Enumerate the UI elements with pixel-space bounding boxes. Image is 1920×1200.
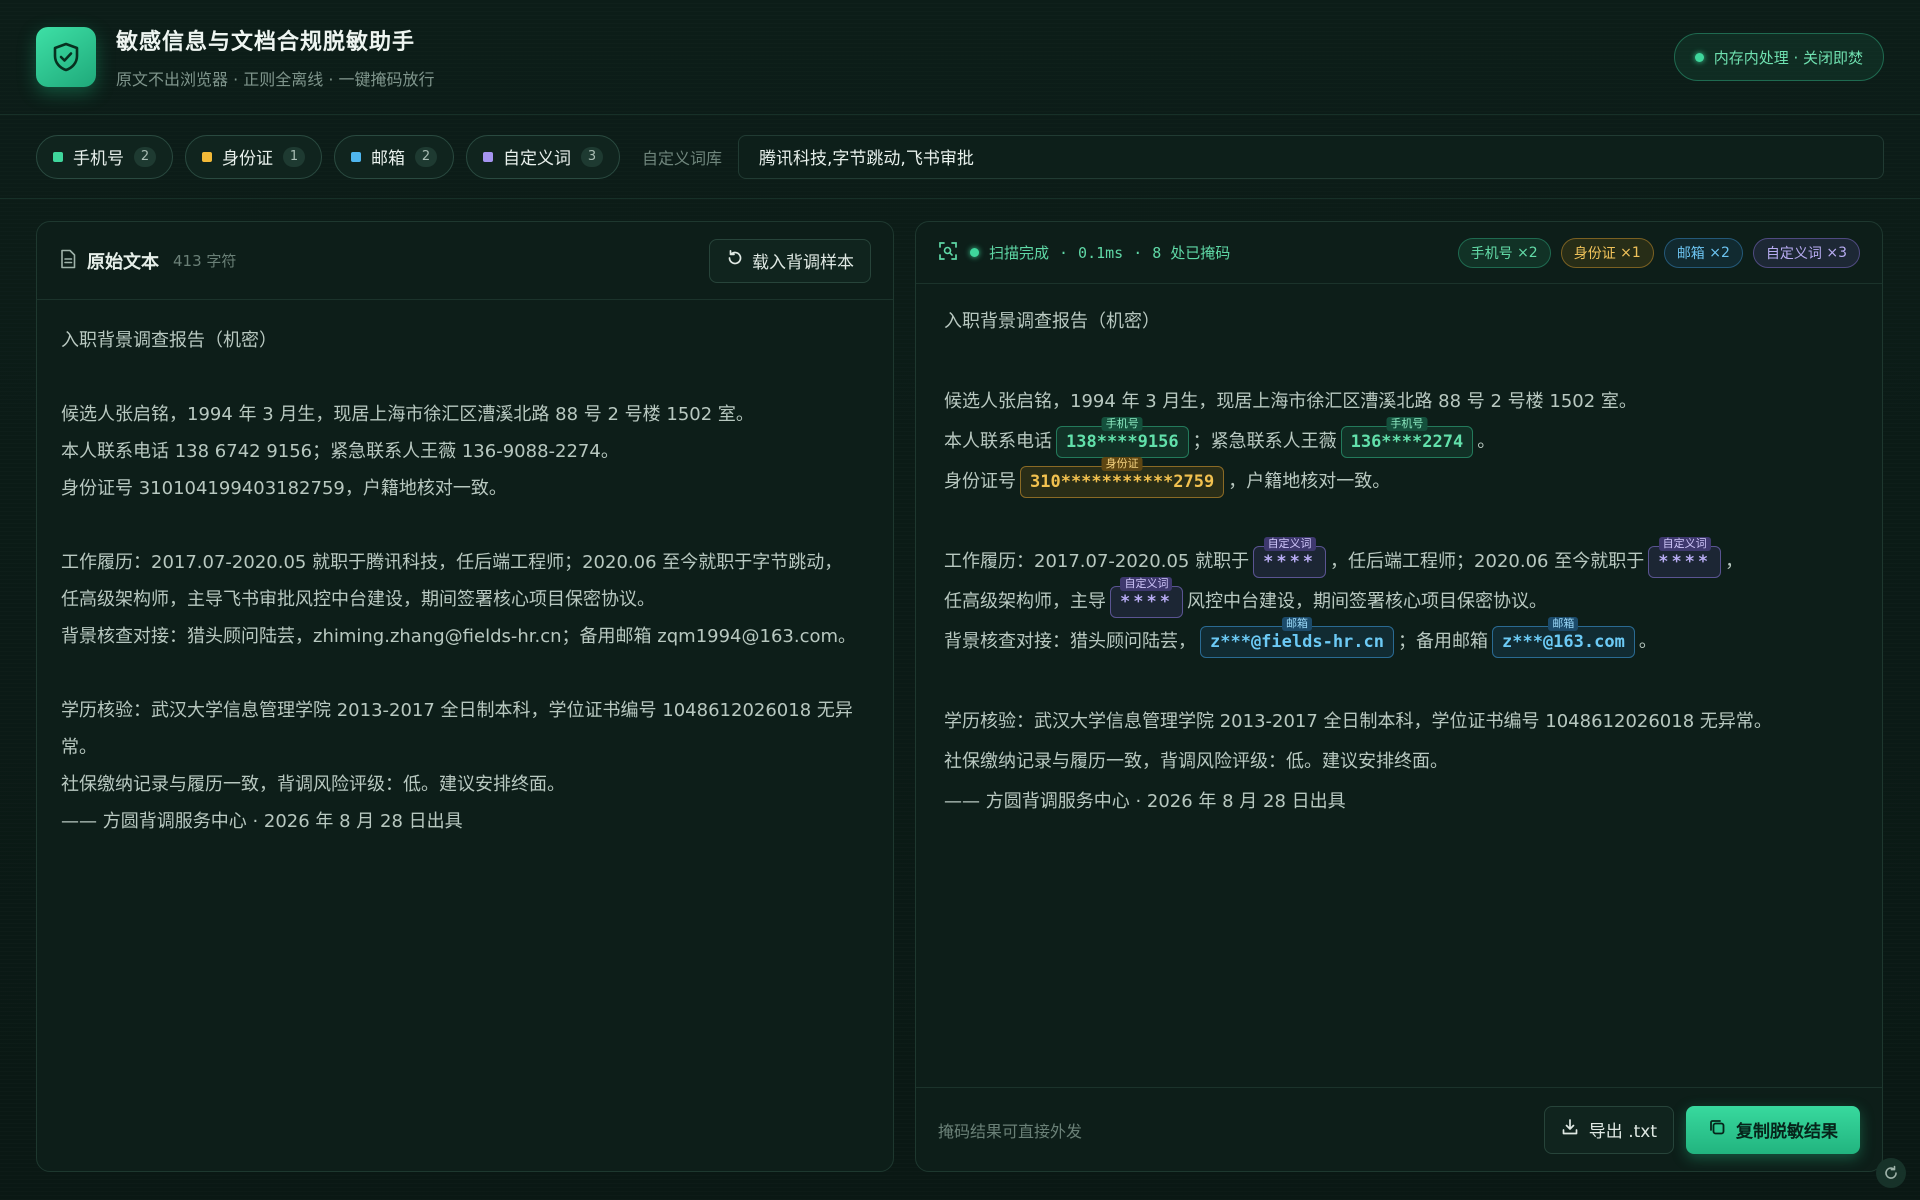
char-count-unit: 字符 — [206, 252, 237, 270]
rule-chip-label: 邮箱 — [371, 149, 405, 169]
source-line: —— 方圆背调服务中心 · 2026 年 8 月 28 日出具 — [61, 811, 463, 832]
rule-chip-phone[interactable]: 手机号 2 — [36, 134, 173, 179]
custom-dict-label: 自定义词库 — [642, 148, 723, 168]
app-subtitle: 原文不出浏览器 · 正则全离线 · 一键掩码放行 — [116, 70, 435, 89]
source-line: 候选人张启铭，1994 年 3 月生，现居上海市徐汇区漕溪北路 88 号 2 号… — [61, 404, 754, 425]
masked-custom: 自定义词 **** — [1110, 577, 1183, 618]
tag-phone: 手机号 ×2 — [1457, 237, 1551, 268]
rule-chip-id[interactable]: 身份证 1 — [185, 134, 322, 179]
export-txt-button[interactable]: 导出 .txt — [1543, 1105, 1674, 1154]
masked-custom: 自定义词 **** — [1253, 537, 1327, 578]
source-line — [61, 655, 869, 692]
result-line: 工作履历：2017.07-2020.05 就职于 自定义词 **** ，任后端工程师；… — [944, 537, 1854, 582]
result-line: 社保缴纳记录与履历一致，背调风险评级：低。建议安排终面。 — [944, 751, 1448, 772]
tag-custom: 自定义词 ×3 — [1752, 237, 1860, 268]
source-line: 学历核验：武汉大学信息管理学院 2013-2017 全日制本科，学位证书编号 1… — [61, 700, 853, 758]
masked-phone: 手机号 138****9156 — [1056, 417, 1189, 458]
privacy-text: 内存内处理 · 关闭即焚 — [1713, 48, 1863, 67]
source-title: 原始文本 — [87, 251, 159, 273]
status-dot-icon — [1694, 52, 1704, 62]
result-panel-header: 扫描完成 · 0.1ms · 8 处已掩码 手机号 ×2 身份证 ×1 邮箱 ×… — [916, 222, 1882, 284]
masked-phone: 手机号 136****2274 — [1340, 417, 1474, 458]
source-line: 入职背景调查报告（机密） — [61, 330, 277, 351]
source-panel: 原始文本 413 字符 载入背调样本 入职背景调查报告（机密） 候选人张启铭，1… — [36, 221, 894, 1172]
char-count-value: 413 — [173, 252, 202, 270]
custom-dict-input[interactable] — [738, 134, 1884, 179]
copy-result-button[interactable]: 复制脱敏结果 — [1686, 1105, 1860, 1154]
source-line: 任高级架构师，主导飞书审批风控中台建设，期间签署核心项目保密协议。 — [61, 589, 655, 610]
rule-chip-custom[interactable]: 自定义词 3 — [466, 134, 620, 179]
app-title: 敏感信息与文档合规脱敏助手 — [116, 30, 416, 55]
source-line: 社保缴纳记录与履历一致，背调风险评级：低。建议安排终面。 — [61, 774, 565, 795]
source-line: 背景核查对接：猎头顾问陆芸，zhiming.zhang@fields-hr.cn… — [61, 626, 857, 647]
scan-status: 扫描完成 · 0.1ms · 8 处已掩码 — [970, 242, 1230, 263]
separator: · — [1059, 243, 1069, 262]
result-line: 背景核查对接：猎头顾问陆芸， 邮箱 z***@fields-hr.cn ；备用邮箱 邮箱… — [944, 617, 1854, 662]
copy-label: 复制脱敏结果 — [1736, 1122, 1838, 1142]
masked-id: 身份证 310***********2759 — [1020, 457, 1225, 498]
rule-chip-count: 1 — [283, 146, 305, 167]
rule-chip-count: 2 — [415, 146, 437, 167]
refresh-icon[interactable] — [1876, 1158, 1906, 1188]
source-line — [61, 359, 869, 396]
result-tags: 手机号 ×2 身份证 ×1 邮箱 ×2 自定义词 ×3 — [1457, 237, 1860, 268]
rule-chip-label: 手机号 — [73, 149, 124, 169]
masked-email: 邮箱 z***@fields-hr.cn — [1200, 617, 1394, 658]
source-line — [61, 507, 869, 544]
tag-email: 邮箱 ×2 — [1663, 237, 1743, 268]
rule-chip-email[interactable]: 邮箱 2 — [334, 134, 454, 179]
result-line — [944, 342, 1854, 382]
result-text-area[interactable]: 入职背景调查报告（机密） 候选人张启铭，1994 年 3 月生，现居上海市徐汇区… — [916, 284, 1882, 822]
rule-chip-count: 2 — [134, 146, 156, 167]
status-dot-icon — [970, 248, 979, 257]
source-line: 身份证号 310104199403182759，户籍地核对一致。 — [61, 478, 507, 499]
masked-count: 8 处已掩码 — [1152, 244, 1231, 262]
rule-toolbar: 手机号 2 身份证 1 邮箱 2 自定义词 3 自定义词库 — [0, 115, 1920, 199]
tag-id: 身份证 ×1 — [1560, 237, 1654, 268]
result-line — [944, 502, 1854, 542]
result-line: 候选人张启铭，1994 年 3 月生，现居上海市徐汇区漕溪北路 88 号 2 号… — [944, 391, 1637, 412]
copy-icon — [1708, 1118, 1726, 1141]
load-sample-label: 载入背调样本 — [752, 253, 854, 273]
masked-custom: 自定义词 **** — [1648, 537, 1722, 578]
phone-color-icon — [53, 151, 63, 162]
scan-time: 0.1ms — [1078, 243, 1124, 262]
shield-check-icon — [36, 27, 96, 87]
load-sample-button[interactable]: 载入背调样本 — [709, 238, 871, 283]
result-line: —— 方圆背调服务中心 · 2026 年 8 月 28 日出具 — [944, 791, 1346, 812]
source-line: 工作履历：2017.07-2020.05 就职于腾讯科技，任后端工程师；2020… — [61, 552, 843, 573]
separator: · — [1133, 243, 1143, 262]
result-footer: 掩码结果可直接外发 导出 .txt 复制脱敏结果 — [916, 1087, 1882, 1171]
id-color-icon — [202, 151, 212, 162]
download-icon — [1561, 1118, 1579, 1141]
rule-chip-label: 自定义词 — [503, 149, 571, 169]
result-hint: 掩码结果可直接外发 — [938, 1121, 1083, 1141]
custom-color-icon — [483, 151, 493, 162]
app-header: 敏感信息与文档合规脱敏助手 原文不出浏览器 · 正则全离线 · 一键掩码放行 内… — [0, 0, 1920, 115]
reload-icon — [726, 249, 744, 272]
source-line: 本人联系电话 138 6742 9156；紧急联系人王薇 136-9088-22… — [61, 441, 619, 462]
result-panel: 扫描完成 · 0.1ms · 8 处已掩码 手机号 ×2 身份证 ×1 邮箱 ×… — [915, 221, 1883, 1172]
document-icon — [59, 249, 77, 273]
result-line — [944, 662, 1854, 702]
rule-chip-label: 身份证 — [222, 149, 273, 169]
scan-status-text: 扫描完成 — [989, 244, 1050, 262]
source-text-area[interactable]: 入职背景调查报告（机密） 候选人张启铭，1994 年 3 月生，现居上海市徐汇区… — [37, 300, 893, 840]
privacy-badge: 内存内处理 · 关闭即焚 — [1673, 33, 1884, 81]
source-panel-header: 原始文本 413 字符 载入背调样本 — [37, 222, 893, 300]
scan-icon — [938, 241, 958, 265]
result-line: 本人联系电话 手机号 138****9156 ；紧急联系人王薇 手机号 136****22… — [944, 417, 1854, 462]
result-line: 身份证号 身份证 310***********2759 ，户籍地核对一致。 — [944, 457, 1854, 502]
result-line: 任高级架构师，主导 自定义词 **** 风控中台建设，期间签署核心项目保密协议。 — [944, 577, 1854, 622]
email-color-icon — [351, 151, 361, 162]
result-line: 学历核验：武汉大学信息管理学院 2013-2017 全日制本科，学位证书编号 1… — [944, 711, 1772, 732]
result-line: 入职背景调查报告（机密） — [944, 311, 1160, 332]
char-count: 413 字符 — [173, 250, 236, 271]
export-label: 导出 .txt — [1588, 1122, 1657, 1142]
rule-chip-count: 3 — [581, 146, 603, 167]
masked-email: 邮箱 z***@163.com — [1492, 617, 1635, 658]
